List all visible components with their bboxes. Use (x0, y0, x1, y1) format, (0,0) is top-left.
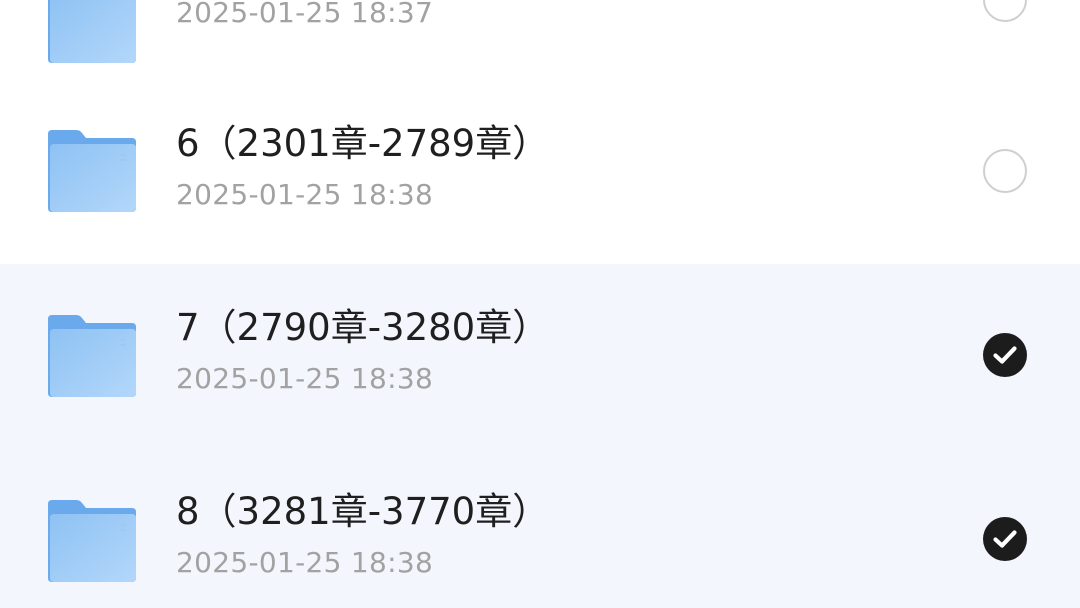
select-circle[interactable] (983, 0, 1027, 22)
select-circle[interactable] (983, 149, 1027, 193)
folder-icon (48, 500, 136, 582)
select-check-icon[interactable] (983, 517, 1027, 561)
folder-name: 8（3281章-3770章） (176, 490, 550, 533)
folder-name: 6（2301章-2789章） (176, 122, 550, 165)
list-item[interactable]: 6（2301章-2789章） 2025-01-25 18:38 (0, 80, 1080, 264)
folder-name: 7（2790章-3280章） (176, 306, 550, 349)
list-item[interactable]: 8（3281章-3770章） 2025-01-25 18:38 (0, 448, 1080, 608)
folder-icon (48, 315, 136, 397)
list-item[interactable]: 2025-01-25 18:37 (0, 0, 1080, 64)
folder-icon (48, 0, 136, 63)
folder-icon (48, 130, 136, 212)
folder-date: 2025-01-25 18:38 (176, 178, 434, 211)
list-item[interactable]: 7（2790章-3280章） 2025-01-25 18:38 (0, 264, 1080, 448)
folder-date: 2025-01-25 18:37 (176, 0, 434, 29)
file-list: 2025-01-25 18:37 6（2301章-2789章） 2025-01-… (0, 0, 1080, 608)
folder-date: 2025-01-25 18:38 (176, 362, 434, 395)
select-check-icon[interactable] (983, 333, 1027, 377)
folder-date: 2025-01-25 18:38 (176, 546, 434, 579)
